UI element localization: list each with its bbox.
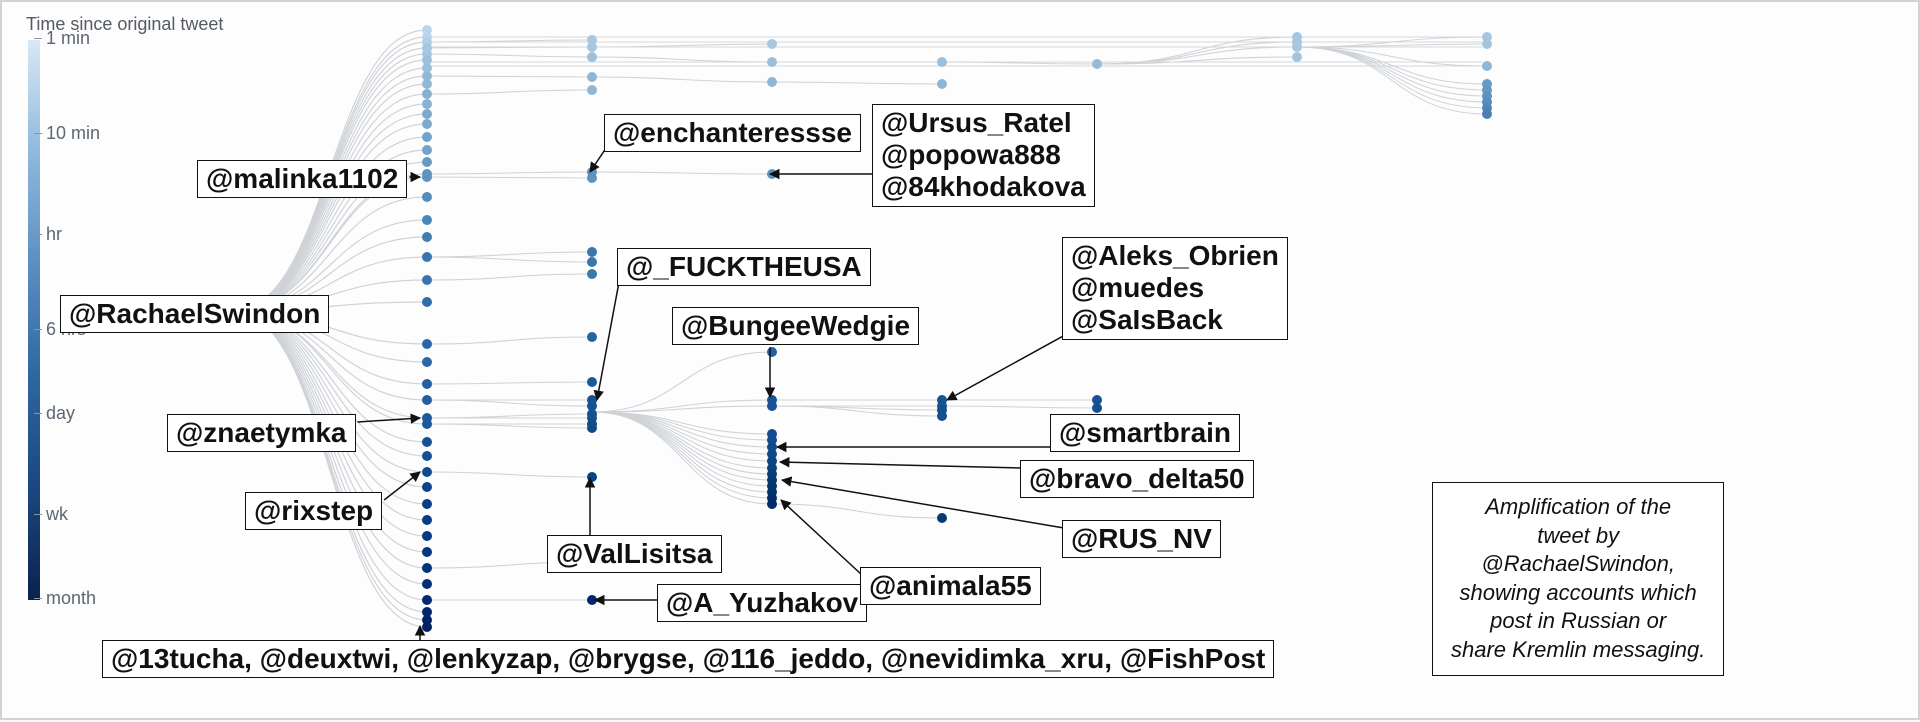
account-label: @malinka1102 xyxy=(197,160,407,198)
account-label: @enchanteressse xyxy=(604,114,861,152)
account-label: @BungeeWedgie xyxy=(672,307,919,345)
account-label: @znaetymka xyxy=(167,414,356,452)
caption-line: tweet by xyxy=(1451,522,1705,551)
diagram-frame: Time since original tweet 1 min10 minhr6… xyxy=(0,0,1920,720)
caption-line: post in Russian or xyxy=(1451,607,1705,636)
account-label: @Ursus_Ratel@popowa888@84khodakova xyxy=(872,104,1095,207)
caption-line: showing accounts which xyxy=(1451,579,1705,608)
caption-box: Amplification of thetweet by@RachaelSwin… xyxy=(1432,482,1724,676)
account-label: @smartbrain xyxy=(1050,414,1240,452)
account-label: @RUS_NV xyxy=(1062,520,1221,558)
account-label: @bravo_delta50 xyxy=(1020,460,1254,498)
account-label: @_FUCKTHEUSA xyxy=(617,248,871,286)
caption-line: share Kremlin messaging. xyxy=(1451,636,1705,665)
caption-line: Amplification of the xyxy=(1451,493,1705,522)
caption-line: @RachaelSwindon, xyxy=(1451,550,1705,579)
account-label: @rixstep xyxy=(245,492,382,530)
account-label: @A_Yuzhakov xyxy=(657,584,867,622)
account-label: @animala55 xyxy=(860,567,1041,605)
account-label: @RachaelSwindon xyxy=(60,295,329,333)
account-label: @ValLisitsa xyxy=(547,535,722,573)
account-label: @Aleks_Obrien@muedes@SaIsBack xyxy=(1062,237,1288,340)
account-label: @13tucha, @deuxtwi, @lenkyzap, @brygse, … xyxy=(102,640,1274,678)
